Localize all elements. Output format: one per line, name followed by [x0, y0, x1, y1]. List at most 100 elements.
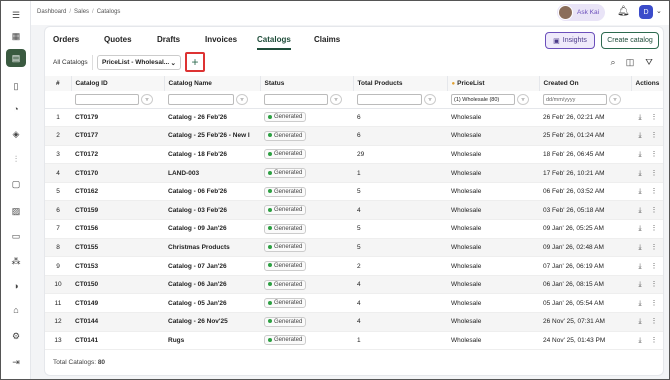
- ask-kai-button[interactable]: Ask Kai: [557, 4, 605, 21]
- catalog-id[interactable]: CT0144: [71, 312, 164, 332]
- catalog-id-filter-input[interactable]: [75, 93, 139, 105]
- total-products-filter-input[interactable]: [357, 93, 422, 105]
- download-icon[interactable]: ⤓: [635, 114, 645, 122]
- filter-icon[interactable]: ▿: [609, 93, 621, 105]
- pricelist-filter-input[interactable]: (1) Wholesale (80): [451, 93, 515, 105]
- catalog-name[interactable]: Catalog - 26 Nov'25: [164, 312, 260, 332]
- download-icon[interactable]: ⤓: [635, 188, 645, 196]
- gear-icon[interactable]: ⚙: [9, 329, 23, 343]
- tab-quotes[interactable]: Quotes: [104, 35, 132, 48]
- pricelist-select[interactable]: PriceList - Wholesal... ⌄: [97, 55, 181, 70]
- search-icon[interactable]: ⌕: [607, 56, 619, 68]
- download-icon[interactable]: ⤓: [635, 244, 645, 252]
- download-icon[interactable]: ⤓: [635, 263, 645, 271]
- table-row[interactable]: 12 CT0144 Catalog - 26 Nov'25 Generated 4 Who…: [45, 312, 663, 332]
- more-options-icon[interactable]: ⋮: [649, 280, 659, 288]
- filter-icon[interactable]: ⛛: [643, 56, 655, 68]
- catalog-name[interactable]: Rugs: [164, 331, 260, 351]
- more-options-icon[interactable]: ⋮: [649, 243, 659, 251]
- table-row[interactable]: 9 CT0153 Catalog - 07 Jan'26 Generated 2 Whol…: [45, 256, 663, 276]
- tab-catalogs[interactable]: Catalogs: [257, 35, 291, 50]
- catalog-id[interactable]: CT0153: [71, 256, 164, 276]
- sliders-icon[interactable]: ⫶: [9, 152, 23, 166]
- tab-claims[interactable]: Claims: [314, 35, 340, 48]
- more-options-icon[interactable]: ⋮: [649, 187, 659, 195]
- column-header-created-on[interactable]: Created On: [539, 76, 632, 91]
- catalog-name[interactable]: Catalog - 07 Jan'26: [164, 256, 260, 276]
- sales-icon[interactable]: ▤: [6, 49, 26, 67]
- user-icon[interactable]: ◔: [9, 102, 23, 116]
- more-options-icon[interactable]: ⋮: [649, 336, 659, 344]
- filter-icon[interactable]: ▿: [330, 93, 342, 105]
- download-icon[interactable]: ⤓: [635, 337, 645, 345]
- catalog-name[interactable]: Christmas Products: [164, 238, 260, 258]
- table-row[interactable]: 11 CT0149 Catalog - 05 Jan'26 Generated 4 Who…: [45, 293, 663, 314]
- table-row[interactable]: 10 CT0150 Catalog - 06 Jan'26 Generated 4 Who…: [45, 275, 663, 295]
- more-options-icon[interactable]: ⋮: [649, 224, 659, 232]
- more-options-icon[interactable]: ⋮: [649, 299, 659, 307]
- table-row[interactable]: 4 CT0170 LAND-003 Generated 1 Wholesale 17 Feb…: [45, 163, 663, 183]
- table-row[interactable]: 3 CT0172 Catalog - 18 Feb'26 Generated 29 Who…: [45, 145, 663, 165]
- download-icon[interactable]: ⤓: [635, 281, 645, 289]
- column-header-total-products[interactable]: Total Products: [353, 76, 448, 91]
- catalog-id[interactable]: CT0179: [71, 108, 164, 128]
- more-options-icon[interactable]: ⋮: [649, 113, 659, 121]
- more-options-icon[interactable]: ⋮: [649, 262, 659, 270]
- catalog-name[interactable]: Catalog - 18 Feb'26: [164, 145, 260, 165]
- table-row[interactable]: 8 CT0155 Christmas Products Generated 5 Whole…: [45, 238, 663, 258]
- filter-icon[interactable]: ▿: [141, 93, 153, 105]
- tab-drafts[interactable]: Drafts: [157, 35, 180, 48]
- store-icon[interactable]: ⌂: [9, 303, 23, 317]
- catalog-id[interactable]: CT0155: [71, 238, 164, 258]
- filter-icon[interactable]: ▿: [236, 93, 248, 105]
- download-icon[interactable]: ⤓: [635, 170, 645, 178]
- more-options-icon[interactable]: ⋮: [649, 131, 659, 139]
- document-icon[interactable]: ▯: [9, 79, 23, 93]
- clipboard-icon[interactable]: ▢: [9, 177, 23, 191]
- catalog-name[interactable]: Catalog - 06 Feb'26: [164, 182, 260, 202]
- more-options-icon[interactable]: ⋮: [649, 150, 659, 158]
- column-header-catalog-id[interactable]: Catalog ID: [71, 76, 165, 91]
- download-icon[interactable]: ⤓: [635, 207, 645, 215]
- catalog-id[interactable]: CT0156: [71, 219, 164, 239]
- catalog-name[interactable]: Catalog - 25 Feb'26 - New I: [164, 126, 260, 146]
- insights-button[interactable]: ▣ Insights: [545, 32, 595, 49]
- catalog-name[interactable]: Catalog - 26 Feb'26: [164, 108, 260, 128]
- folder-icon[interactable]: ▭: [9, 229, 23, 243]
- catalog-id[interactable]: CT0172: [71, 145, 164, 165]
- network-icon[interactable]: ⁂: [9, 254, 23, 268]
- column-header-pricelist[interactable]: ● PriceList: [447, 76, 540, 91]
- download-icon[interactable]: ⤓: [635, 318, 645, 326]
- logout-icon[interactable]: ⇥: [9, 355, 23, 369]
- table-row[interactable]: 7 CT0156 Catalog - 09 Jan'26 Generated 5 Whol…: [45, 219, 663, 239]
- catalog-name[interactable]: Catalog - 06 Jan'26: [164, 275, 260, 295]
- catalog-name[interactable]: LAND-003: [164, 163, 260, 183]
- breadcrumb-dashboard[interactable]: Dashboard: [37, 9, 66, 15]
- dashboard-icon[interactable]: ▦: [9, 29, 23, 43]
- filter-icon[interactable]: ▿: [424, 93, 436, 105]
- catalog-id[interactable]: CT0149: [71, 293, 164, 314]
- report-icon[interactable]: ▨: [9, 204, 23, 218]
- user-settings-icon[interactable]: ◑: [9, 279, 23, 293]
- catalog-id[interactable]: CT0159: [71, 200, 164, 221]
- catalog-name[interactable]: Catalog - 05 Jan'26: [164, 293, 260, 314]
- catalog-name-filter-input[interactable]: [168, 93, 234, 105]
- download-icon[interactable]: ⤓: [635, 132, 645, 140]
- tag-icon[interactable]: ◈: [9, 127, 23, 141]
- create-catalog-button[interactable]: Create catalog: [601, 32, 659, 49]
- chevron-down-icon[interactable]: ⌄: [656, 7, 662, 15]
- more-options-icon[interactable]: ⋮: [649, 206, 659, 214]
- catalog-id[interactable]: CT0141: [71, 331, 164, 351]
- column-header-catalog-name[interactable]: Catalog Name: [164, 76, 261, 91]
- table-row[interactable]: 2 CT0177 Catalog - 25 Feb'26 - New I Genera…: [45, 126, 663, 146]
- catalog-id[interactable]: CT0150: [71, 275, 164, 295]
- table-row[interactable]: 1 CT0179 Catalog - 26 Feb'26 Generated 6 Whol…: [45, 108, 663, 128]
- columns-icon[interactable]: ◫: [624, 56, 636, 68]
- menu-icon[interactable]: ☰: [9, 8, 23, 22]
- table-row[interactable]: 13 CT0141 Rugs Generated 1 Wholesale 24 Nov' 2…: [45, 331, 663, 351]
- catalog-id[interactable]: CT0177: [71, 126, 164, 146]
- created-on-date-input[interactable]: dd/mm/yyyy: [543, 93, 607, 105]
- more-options-icon[interactable]: ⋮: [649, 169, 659, 177]
- table-row[interactable]: 6 CT0159 Catalog - 03 Feb'26 Generated 4 Whol…: [45, 200, 663, 221]
- tab-invoices[interactable]: Invoices: [205, 35, 237, 48]
